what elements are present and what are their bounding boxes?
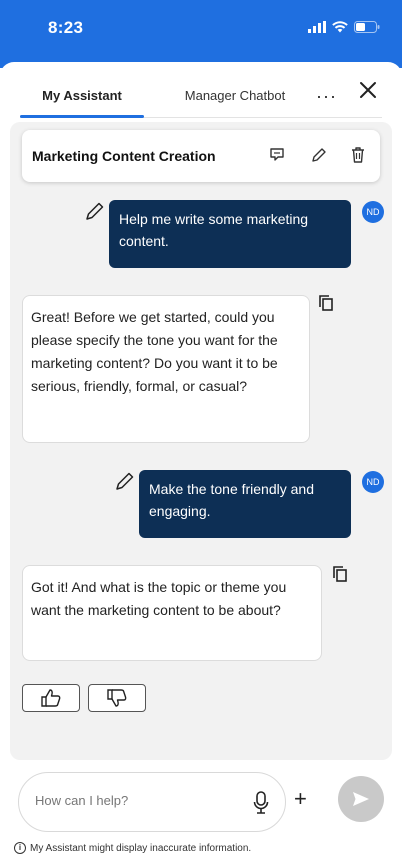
copy-icon[interactable] <box>332 565 348 588</box>
message-input[interactable] <box>35 793 235 808</box>
assistant-message: Great! Before we get started, could you … <box>22 295 310 443</box>
disclaimer: i My Assistant might display inaccurate … <box>14 842 251 854</box>
close-button[interactable] <box>358 80 378 105</box>
disclaimer-text: My Assistant might display inaccurate in… <box>30 842 252 854</box>
add-attachment-button[interactable]: + <box>294 786 307 812</box>
message-input-container <box>18 772 286 832</box>
delete-icon[interactable] <box>350 146 366 169</box>
avatar: ND <box>362 201 384 223</box>
avatar: ND <box>362 471 384 493</box>
close-icon <box>360 82 376 98</box>
microphone-icon[interactable] <box>253 791 269 820</box>
send-icon <box>353 792 369 806</box>
assistant-message: Got it! And what is the topic or theme y… <box>22 565 322 661</box>
history-icon[interactable] <box>268 146 286 169</box>
conversation-title-card: Marketing Content Creation <box>22 130 380 182</box>
thumbs-down-icon <box>107 689 127 707</box>
thumbs-up-button[interactable] <box>22 684 80 712</box>
copy-icon[interactable] <box>318 294 334 317</box>
conversation-title: Marketing Content Creation <box>32 148 216 164</box>
status-bar: 8:23 <box>0 0 402 68</box>
battery-icon <box>354 20 380 38</box>
info-icon: i <box>14 842 26 854</box>
wifi-icon <box>332 20 348 38</box>
send-button[interactable] <box>338 776 384 822</box>
active-tab-indicator <box>20 115 144 118</box>
thumbs-up-icon <box>41 689 61 707</box>
user-message: Make the tone friendly and engaging. <box>139 470 351 538</box>
tab-manager-chatbot[interactable]: Manager Chatbot <box>170 88 300 103</box>
user-message: Help me write some marketing content. <box>109 200 351 268</box>
cellular-signal-icon <box>308 20 326 38</box>
tab-my-assistant[interactable]: My Assistant <box>20 88 144 103</box>
edit-title-icon[interactable] <box>310 146 328 169</box>
status-icons <box>308 20 380 38</box>
thumbs-down-button[interactable] <box>88 684 146 712</box>
more-options-button[interactable]: ··· <box>316 86 337 107</box>
edit-message-icon[interactable] <box>114 470 136 497</box>
edit-message-icon[interactable] <box>84 200 106 227</box>
status-time: 8:23 <box>48 18 84 37</box>
